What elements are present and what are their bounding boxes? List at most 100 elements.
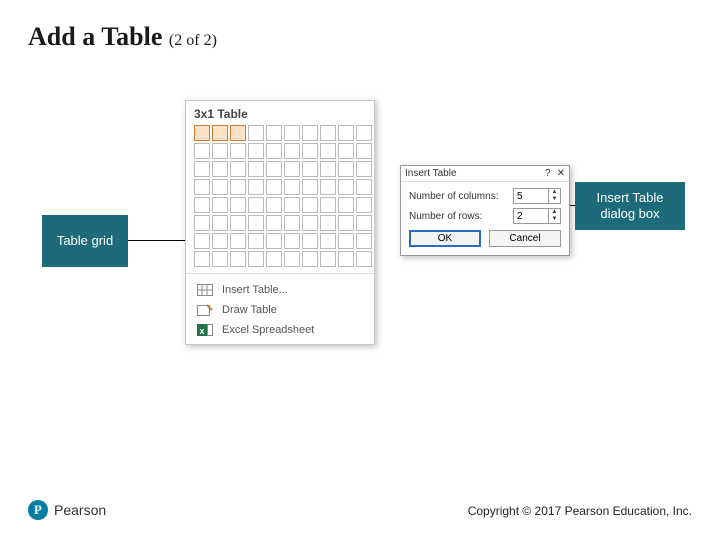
grid-cell[interactable] bbox=[266, 197, 282, 213]
grid-cell[interactable] bbox=[230, 215, 246, 231]
grid-cell[interactable] bbox=[212, 233, 228, 249]
chevron-down-icon[interactable]: ▼ bbox=[549, 196, 560, 203]
grid-cell[interactable] bbox=[284, 125, 300, 141]
grid-cell[interactable] bbox=[356, 215, 372, 231]
grid-cell[interactable] bbox=[338, 161, 354, 177]
chevron-down-icon[interactable]: ▼ bbox=[549, 216, 560, 223]
grid-cell[interactable] bbox=[248, 179, 264, 195]
grid-cell[interactable] bbox=[320, 233, 336, 249]
grid-cell[interactable] bbox=[284, 179, 300, 195]
menu-insert-table-label: Insert Table... bbox=[222, 284, 288, 296]
grid-cell[interactable] bbox=[320, 179, 336, 195]
grid-cell[interactable] bbox=[302, 251, 318, 267]
grid-cell[interactable] bbox=[266, 251, 282, 267]
chevron-up-icon[interactable]: ▲ bbox=[549, 209, 560, 216]
grid-cell[interactable] bbox=[320, 215, 336, 231]
columns-stepper[interactable]: ▲▼ bbox=[513, 188, 561, 204]
grid-cell[interactable] bbox=[320, 251, 336, 267]
grid-cell[interactable] bbox=[230, 233, 246, 249]
grid-cell[interactable] bbox=[320, 197, 336, 213]
grid-cell[interactable] bbox=[212, 179, 228, 195]
menu-excel-spreadsheet[interactable]: x Excel Spreadsheet bbox=[194, 320, 366, 340]
grid-cell[interactable] bbox=[284, 197, 300, 213]
grid-cell[interactable] bbox=[248, 143, 264, 159]
grid-cell[interactable] bbox=[284, 215, 300, 231]
grid-cell[interactable] bbox=[266, 143, 282, 159]
grid-cell[interactable] bbox=[338, 251, 354, 267]
grid-cell[interactable] bbox=[356, 233, 372, 249]
grid-cell[interactable] bbox=[338, 143, 354, 159]
grid-cell[interactable] bbox=[266, 125, 282, 141]
grid-cell[interactable] bbox=[284, 161, 300, 177]
copyright-text: Copyright © 2017 Pearson Education, Inc. bbox=[468, 504, 692, 518]
grid-cell[interactable] bbox=[212, 215, 228, 231]
grid-cell[interactable] bbox=[302, 125, 318, 141]
grid-cell[interactable] bbox=[266, 215, 282, 231]
grid-cell[interactable] bbox=[194, 125, 210, 141]
grid-cell[interactable] bbox=[248, 161, 264, 177]
grid-cell[interactable] bbox=[266, 179, 282, 195]
grid-cell[interactable] bbox=[284, 143, 300, 159]
grid-cell[interactable] bbox=[194, 161, 210, 177]
grid-cell[interactable] bbox=[338, 179, 354, 195]
grid-cell[interactable] bbox=[194, 251, 210, 267]
grid-cell[interactable] bbox=[248, 125, 264, 141]
grid-cell[interactable] bbox=[212, 161, 228, 177]
grid-cell[interactable] bbox=[356, 125, 372, 141]
grid-cell[interactable] bbox=[212, 251, 228, 267]
grid-cell[interactable] bbox=[356, 143, 372, 159]
grid-cell[interactable] bbox=[302, 179, 318, 195]
grid-cell[interactable] bbox=[284, 233, 300, 249]
grid-cell[interactable] bbox=[302, 233, 318, 249]
grid-cell[interactable] bbox=[248, 233, 264, 249]
close-icon[interactable]: ✕ bbox=[557, 168, 565, 179]
grid-cell[interactable] bbox=[338, 125, 354, 141]
menu-excel-label: Excel Spreadsheet bbox=[222, 324, 314, 336]
grid-cell[interactable] bbox=[194, 197, 210, 213]
menu-draw-table[interactable]: Draw Table bbox=[194, 300, 366, 320]
grid-cell[interactable] bbox=[194, 179, 210, 195]
grid-cell[interactable] bbox=[356, 161, 372, 177]
grid-cell[interactable] bbox=[302, 197, 318, 213]
help-icon[interactable]: ? bbox=[545, 168, 551, 179]
grid-cell[interactable] bbox=[230, 197, 246, 213]
title-main: Add a Table bbox=[28, 22, 162, 51]
grid-cell[interactable] bbox=[230, 143, 246, 159]
chevron-up-icon[interactable]: ▲ bbox=[549, 189, 560, 196]
menu-insert-table[interactable]: Insert Table... bbox=[194, 280, 366, 300]
grid-cell[interactable] bbox=[266, 161, 282, 177]
grid-cell[interactable] bbox=[338, 215, 354, 231]
cancel-button[interactable]: Cancel bbox=[489, 230, 561, 247]
ok-button[interactable]: OK bbox=[409, 230, 481, 247]
grid-cell[interactable] bbox=[194, 233, 210, 249]
grid-cell[interactable] bbox=[230, 125, 246, 141]
grid-cell[interactable] bbox=[302, 143, 318, 159]
columns-input[interactable] bbox=[514, 189, 548, 203]
rows-input[interactable] bbox=[514, 209, 548, 223]
grid-cell[interactable] bbox=[320, 161, 336, 177]
grid-cell[interactable] bbox=[248, 215, 264, 231]
grid-cell[interactable] bbox=[194, 143, 210, 159]
rows-stepper[interactable]: ▲▼ bbox=[513, 208, 561, 224]
grid-cell[interactable] bbox=[194, 215, 210, 231]
grid-cell[interactable] bbox=[320, 125, 336, 141]
grid-cell[interactable] bbox=[248, 197, 264, 213]
grid-cell[interactable] bbox=[230, 179, 246, 195]
grid-cell[interactable] bbox=[212, 197, 228, 213]
grid-cell[interactable] bbox=[266, 233, 282, 249]
grid-cell[interactable] bbox=[356, 251, 372, 267]
table-grid[interactable] bbox=[194, 125, 366, 267]
grid-cell[interactable] bbox=[248, 251, 264, 267]
grid-cell[interactable] bbox=[284, 251, 300, 267]
grid-cell[interactable] bbox=[302, 161, 318, 177]
grid-cell[interactable] bbox=[230, 251, 246, 267]
grid-cell[interactable] bbox=[320, 143, 336, 159]
grid-cell[interactable] bbox=[212, 125, 228, 141]
grid-cell[interactable] bbox=[356, 179, 372, 195]
grid-cell[interactable] bbox=[338, 233, 354, 249]
grid-cell[interactable] bbox=[212, 143, 228, 159]
grid-cell[interactable] bbox=[302, 215, 318, 231]
grid-cell[interactable] bbox=[230, 161, 246, 177]
grid-cell[interactable] bbox=[338, 197, 354, 213]
grid-cell[interactable] bbox=[356, 197, 372, 213]
